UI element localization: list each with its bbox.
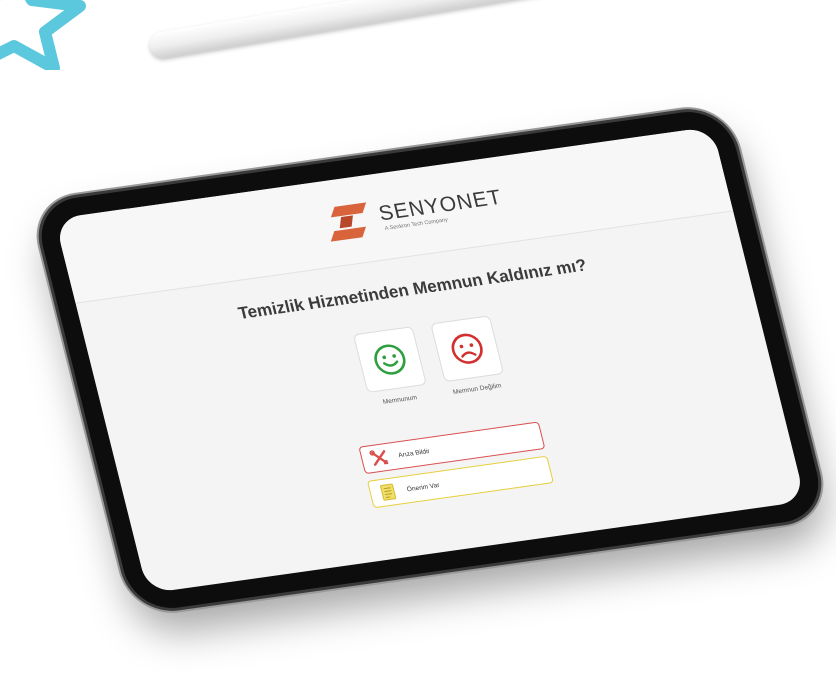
smiley-face-icon xyxy=(374,344,406,375)
senyonet-logo-icon xyxy=(330,202,367,242)
device-scene: SENYONET A Senkron Tech Company Temizlik… xyxy=(0,0,836,685)
choice-dissatisfied[interactable]: Memnun Değilim xyxy=(427,315,511,397)
choice-dissatisfied-label: Memnun Değilim xyxy=(452,382,503,397)
choice-satisfied-label: Memnunum xyxy=(382,394,418,406)
sad-face-icon xyxy=(451,333,483,364)
note-icon xyxy=(380,483,397,501)
brand-logo: SENYONET A Senkron Tech Company xyxy=(319,179,507,247)
app-header: SENYONET A Senkron Tech Company xyxy=(54,126,734,304)
choice-satisfied[interactable]: Memnunum xyxy=(350,326,434,408)
suggestion-label: Önerim Var xyxy=(406,481,441,493)
wrench-screwdriver-icon xyxy=(369,450,389,466)
choice-satisfied-card[interactable] xyxy=(352,326,427,394)
tablet-device: SENYONET A Senkron Tech Company Temizlik… xyxy=(32,106,828,614)
stylus-pencil xyxy=(147,0,587,60)
report-fault-label: Arıza Bildir xyxy=(397,447,431,459)
choice-dissatisfied-card[interactable] xyxy=(430,315,505,383)
tablet-screen: SENYONET A Senkron Tech Company Temizlik… xyxy=(54,126,806,594)
